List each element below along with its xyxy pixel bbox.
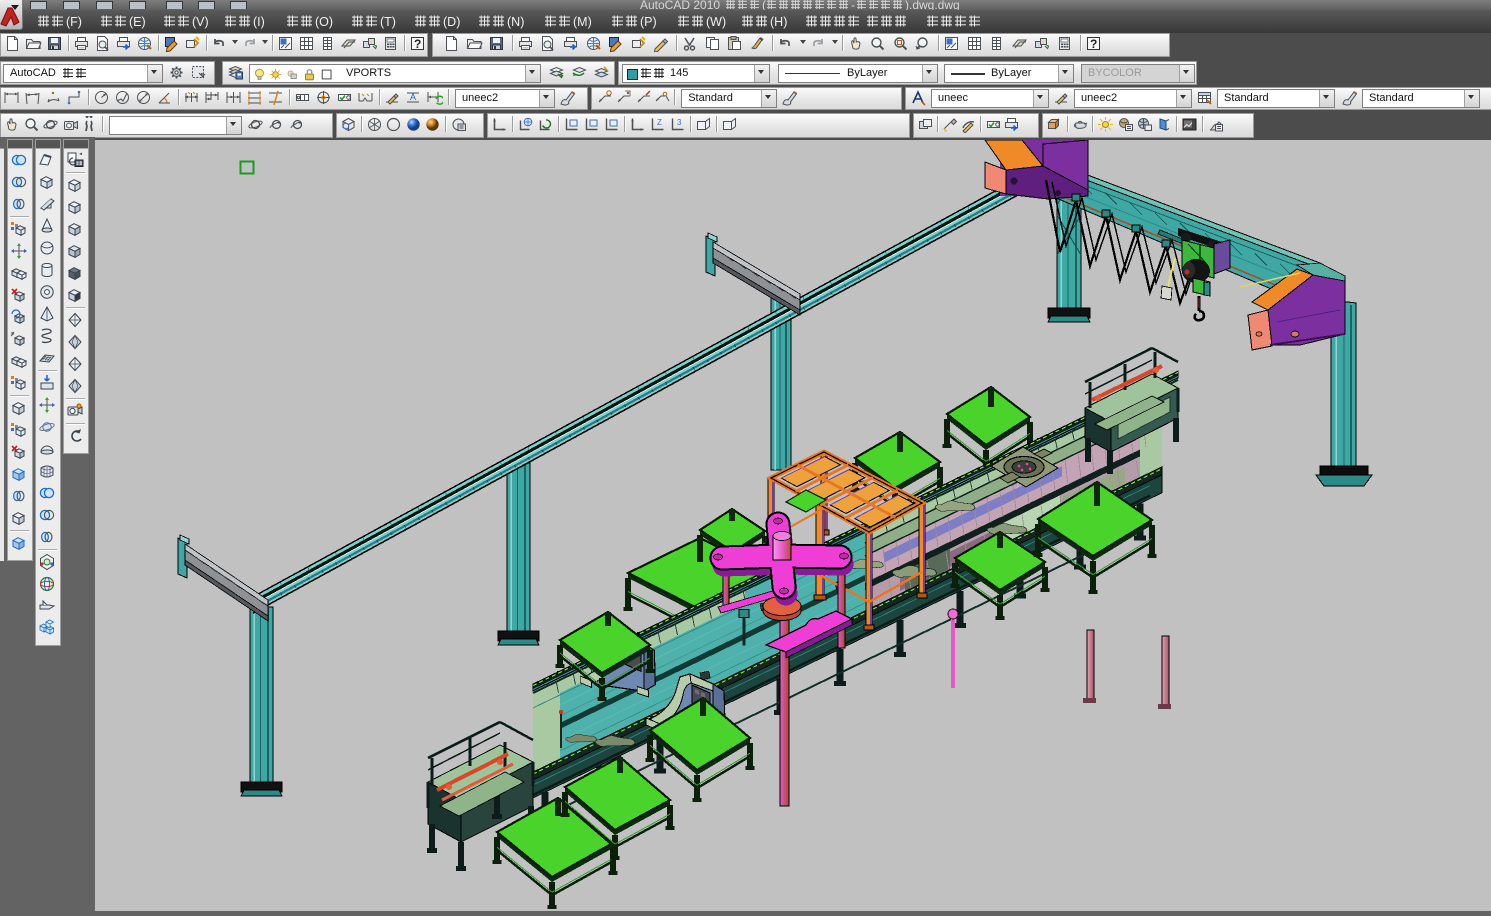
svg-text:(M): (M): [573, 15, 592, 29]
svg-text:(E): (E): [129, 15, 146, 29]
svg-text:?: ?: [414, 37, 421, 51]
svg-text:(W): (W): [706, 15, 726, 29]
svg-text:(H): (H): [770, 15, 787, 29]
svg-text:(F): (F): [66, 15, 82, 29]
svg-text:Z: Z: [657, 118, 662, 127]
svg-text:).dwg.dwg: ).dwg.dwg: [905, 0, 960, 10]
svg-text:(I): (I): [253, 15, 265, 29]
svg-text:(O): (O): [315, 15, 333, 29]
svg-text:(T): (T): [380, 15, 396, 29]
svg-text:AutoCAD 2010: AutoCAD 2010: [640, 0, 720, 10]
svg-text:A: A: [410, 92, 416, 102]
svg-text:(D): (D): [443, 15, 460, 29]
svg-text:3: 3: [677, 118, 682, 127]
svg-text:(: (: [762, 0, 766, 10]
svg-text:?: ?: [1090, 37, 1097, 51]
svg-text:(V): (V): [192, 15, 209, 29]
svg-text:(N): (N): [507, 15, 524, 29]
svg-text:-: -: [851, 0, 855, 10]
svg-text:(P): (P): [640, 15, 657, 29]
